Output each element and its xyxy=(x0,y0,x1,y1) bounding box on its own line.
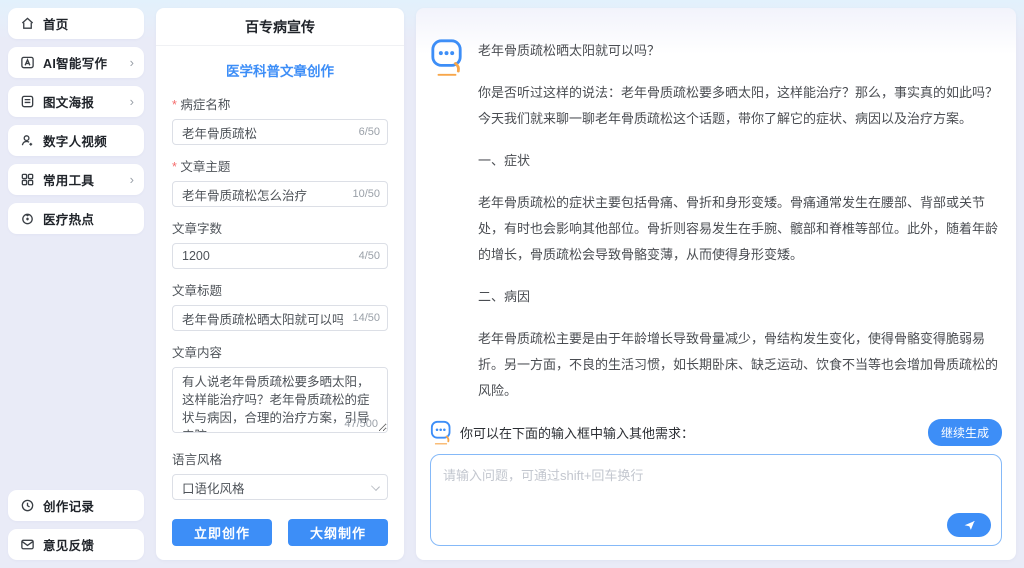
feedback-envelope-icon xyxy=(20,537,35,552)
sidebar-item-label: 意见反馈 xyxy=(43,539,95,553)
sidebar-item-label: 创作记录 xyxy=(43,500,95,514)
sidebar-item-tools[interactable]: 常用工具 › xyxy=(8,164,144,195)
section-body: 老年骨质疏松的症状主要包括骨痛、骨折和身形变矮。骨痛通常发生在腰部、背部或关节处… xyxy=(478,195,999,262)
chevron-right-icon: › xyxy=(129,55,134,70)
article-topic-input[interactable] xyxy=(172,181,388,207)
continue-generate-button[interactable]: 继续生成 xyxy=(927,419,1002,446)
ai-writing-icon xyxy=(20,55,35,70)
word-count-input[interactable] xyxy=(172,243,388,269)
sidebar-item-feedback[interactable]: 意见反馈 xyxy=(8,529,144,560)
chevron-right-icon: › xyxy=(129,172,134,187)
chat-input-area: 你可以在下面的输入框中输入其他需求： 继续生成 xyxy=(416,415,1016,560)
field-label: 文章标题 xyxy=(172,284,223,298)
language-style-select[interactable]: 口语化风格 xyxy=(172,474,388,500)
home-icon xyxy=(20,16,35,31)
create-now-button[interactable]: 立即创作 xyxy=(172,519,272,546)
field-label: 文章字数 xyxy=(172,222,223,236)
history-clock-icon xyxy=(20,498,35,513)
section-heading: 二、病因 xyxy=(478,289,531,304)
tools-icon xyxy=(20,172,35,187)
sidebar-item-label: 医疗热点 xyxy=(43,213,95,227)
field-disease-name: 病症名称 6/50 xyxy=(172,94,388,145)
sidebar-item-label: 常用工具 xyxy=(43,174,95,188)
field-language-style: 语言风格 口语化风格 xyxy=(172,449,388,500)
input-hint-text: 你可以在下面的输入框中输入其他需求： xyxy=(460,426,695,441)
field-article-topic: 文章主题 10/50 xyxy=(172,156,388,207)
sidebar: 首页 AI智能写作 › 图文海报 › 数字人视频 常用工具 › 医疗热点 创作记… xyxy=(8,8,144,560)
field-label: 文章主题 xyxy=(172,156,388,175)
app-root: 首页 AI智能写作 › 图文海报 › 数字人视频 常用工具 › 医疗热点 创作记… xyxy=(0,0,1024,568)
generation-result-panel: 老年骨质疏松晒太阳就可以吗？ 你是否听过这样的说法：老年骨质疏松要多晒太阳，这样… xyxy=(416,8,1016,560)
sidebar-item-label: 首页 xyxy=(43,18,69,32)
form-title: 百专病宣传 xyxy=(156,8,404,46)
sidebar-item-poster[interactable]: 图文海报 › xyxy=(8,86,144,117)
field-word-count: 文章字数 4/50 xyxy=(172,218,388,269)
digital-human-icon xyxy=(20,133,35,148)
disease-name-input[interactable] xyxy=(172,119,388,145)
assistant-message: 老年骨质疏松晒太阳就可以吗？ 你是否听过这样的说法：老年骨质疏松要多晒太阳，这样… xyxy=(430,38,998,415)
question-input-box xyxy=(430,454,1002,546)
assistant-message-content: 老年骨质疏松晒太阳就可以吗？ 你是否听过这样的说法：老年骨质疏松要多晒太阳，这样… xyxy=(478,38,998,415)
section-body: 老年骨质疏松主要是由于年龄增长导致骨量减少，骨结构发生变化，使得骨骼变得脆弱易折… xyxy=(478,331,999,398)
form-body: 医学科普文章创作 病症名称 6/50 文章主题 10/50 文章字数 xyxy=(156,46,404,509)
sidebar-item-home[interactable]: 首页 xyxy=(8,8,144,39)
sidebar-item-digital-human[interactable]: 数字人视频 xyxy=(8,125,144,156)
send-button[interactable] xyxy=(947,513,991,537)
sidebar-item-label: 图文海报 xyxy=(43,96,95,110)
question-input[interactable] xyxy=(443,465,989,515)
chat-message-area[interactable]: 老年骨质疏松晒太阳就可以吗？ 你是否听过这样的说法：老年骨质疏松要多晒太阳，这样… xyxy=(416,8,1016,415)
article-intro: 你是否听过这样的说法：老年骨质疏松要多晒太阳，这样能治疗？那么，事实真的如此吗？… xyxy=(478,85,999,126)
sidebar-item-ai-writing[interactable]: AI智能写作 › xyxy=(8,47,144,78)
field-label: 语言风格 xyxy=(172,453,223,467)
sidebar-item-medical-hot[interactable]: 医疗热点 xyxy=(8,203,144,234)
field-label: 文章内容 xyxy=(172,346,223,360)
field-article-title: 文章标题 14/50 xyxy=(172,280,388,331)
form-footer: 立即创作 大纲制作 xyxy=(156,509,404,560)
field-article-content: 文章内容 有人说老年骨质疏松要多晒太阳，这样能治疗吗？老年骨质疏松的症状与病因，… xyxy=(172,342,388,438)
medical-hot-icon xyxy=(20,211,35,226)
article-content-textarea[interactable]: 有人说老年骨质疏松要多晒太阳，这样能治疗吗？老年骨质疏松的症状与病因，合理的治疗… xyxy=(172,367,388,433)
paper-plane-icon xyxy=(964,520,975,530)
poster-icon xyxy=(20,94,35,109)
hint-row: 你可以在下面的输入框中输入其他需求： 继续生成 xyxy=(430,419,1002,446)
assistant-avatar-logo-icon xyxy=(430,38,464,78)
section-heading: 一、症状 xyxy=(478,153,531,168)
article-generated-title: 老年骨质疏松晒太阳就可以吗？ xyxy=(478,43,661,58)
field-label: 病症名称 xyxy=(172,94,388,113)
assistant-avatar-logo-icon xyxy=(430,420,452,446)
chevron-right-icon: › xyxy=(129,94,134,109)
creation-form-panel: 百专病宣传 医学科普文章创作 病症名称 6/50 文章主题 10/50 文章字数 xyxy=(156,8,404,560)
sidebar-item-history[interactable]: 创作记录 xyxy=(8,490,144,521)
form-subtitle: 医学科普文章创作 xyxy=(226,64,334,79)
outline-create-button[interactable]: 大纲制作 xyxy=(288,519,388,546)
sidebar-item-label: AI智能写作 xyxy=(43,57,108,71)
article-title-input[interactable] xyxy=(172,305,388,331)
sidebar-item-label: 数字人视频 xyxy=(43,135,108,149)
